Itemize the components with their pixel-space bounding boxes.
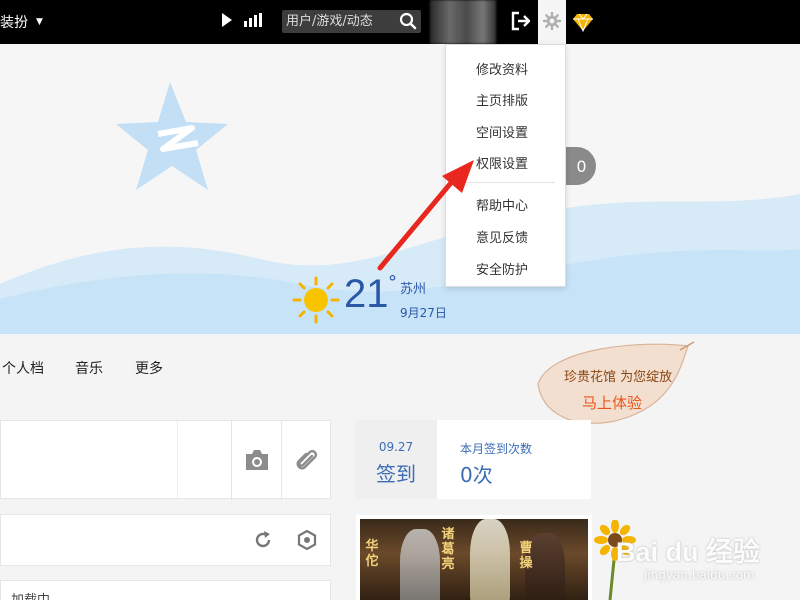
diamond-icon[interactable] xyxy=(572,11,594,33)
nav-item-music[interactable]: 音乐 xyxy=(75,358,103,378)
feed-toolbar xyxy=(0,514,331,566)
nav-item-more[interactable]: 更多 xyxy=(135,358,163,378)
gear-icon xyxy=(543,12,561,30)
camera-icon xyxy=(246,450,268,470)
promo-tagline: 珍贵花馆 为您绽放 xyxy=(564,370,673,385)
menu-item-space-settings[interactable]: 空间设置 xyxy=(476,122,528,141)
play-icon[interactable] xyxy=(222,13,232,27)
logout-icon[interactable] xyxy=(510,10,532,32)
post-composer[interactable] xyxy=(0,420,332,500)
city-name: 苏州 xyxy=(400,282,427,297)
menu-item-help[interactable]: 帮助中心 xyxy=(476,195,528,214)
degree-symbol: ° xyxy=(388,272,397,293)
hero-name: 华佗 xyxy=(365,539,379,569)
watermark-brand: Bai du 经验 xyxy=(616,537,761,567)
flower-promo[interactable]: 珍贵花馆 为您绽放 马上体验 xyxy=(530,340,702,430)
top-bar: 装扮 ▼ xyxy=(0,0,800,44)
dress-label: 装扮 xyxy=(0,15,28,31)
baidu-watermark: Bai du 经验 jingyan.baidu.com xyxy=(608,516,798,596)
checkin-date: 09.27 xyxy=(378,440,414,454)
dress-up-menu[interactable]: 装扮 ▼ xyxy=(0,12,43,32)
search-input[interactable] xyxy=(286,12,396,31)
menu-item-security[interactable]: 安全防护 xyxy=(476,259,528,278)
bars-icon[interactable] xyxy=(244,13,262,27)
settings-button[interactable] xyxy=(538,0,566,44)
game-ad-banner[interactable]: 华佗 诸葛亮 曹操 xyxy=(356,515,592,600)
watermark-url: jingyan.baidu.com xyxy=(644,568,755,582)
search-box xyxy=(282,10,421,33)
settings-dropdown: 修改资料 主页排版 空间设置 权限设置 帮助中心 意见反馈 安全防护 xyxy=(445,44,566,287)
loading-text: 加载中 xyxy=(11,589,50,600)
menu-item-permissions[interactable]: 权限设置 xyxy=(476,153,528,172)
photo-button[interactable] xyxy=(231,421,281,500)
sun-icon xyxy=(292,276,340,324)
promo-cta[interactable]: 马上体验 xyxy=(582,392,642,413)
nav-item-profile[interactable]: 个人档 xyxy=(2,358,44,378)
checkin-card: 09.27 签到 本月签到次数 0次 xyxy=(355,420,591,499)
menu-item-layout[interactable]: 主页排版 xyxy=(476,90,528,109)
menu-divider xyxy=(456,182,555,183)
monthly-checkin-count: 0次 xyxy=(460,463,493,487)
hero-name: 曹操 xyxy=(519,541,533,571)
monthly-checkin-label: 本月签到次数 xyxy=(460,442,533,456)
game-artwork: 华佗 诸葛亮 曹操 xyxy=(360,519,588,600)
settings-hex-icon[interactable] xyxy=(297,530,317,550)
caret-down-icon: ▼ xyxy=(36,17,43,27)
menu-item-feedback[interactable]: 意见反馈 xyxy=(476,227,528,246)
attach-button[interactable] xyxy=(281,421,332,500)
feed-loading: 加载中 xyxy=(0,580,331,600)
checkin-label: 签到 xyxy=(376,462,416,486)
weather-date: 9月27日 xyxy=(400,306,447,320)
menu-item-edit-profile[interactable]: 修改资料 xyxy=(476,59,528,78)
composer-divider xyxy=(177,421,178,500)
avatar[interactable] xyxy=(430,0,496,44)
search-icon[interactable] xyxy=(399,12,417,30)
refresh-icon[interactable] xyxy=(253,530,273,550)
cover-banner: 21 ° 苏州 9月27日 0 xyxy=(0,44,800,334)
paperclip-icon xyxy=(296,449,318,470)
hero-name: 诸葛亮 xyxy=(441,527,455,572)
hero-figure xyxy=(470,519,510,600)
hero-figure xyxy=(400,529,440,600)
checkin-button[interactable]: 09.27 签到 xyxy=(355,420,437,499)
temperature: 21 xyxy=(344,272,389,316)
